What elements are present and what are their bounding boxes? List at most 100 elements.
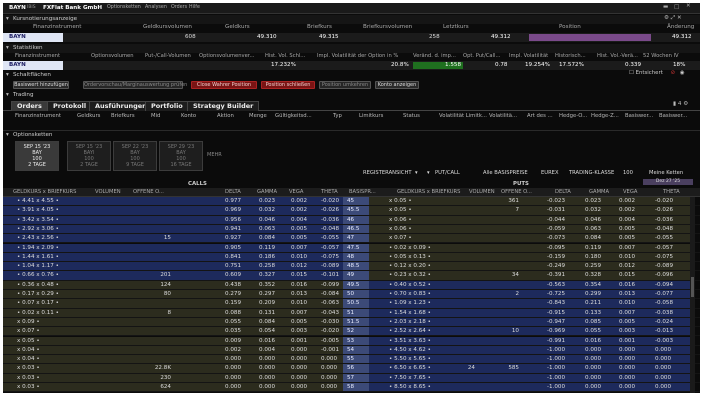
buttons-section-header[interactable]: ▾ Schaltflächen (3, 71, 700, 80)
menu-orders[interactable]: Orders (171, 5, 187, 11)
put-header-volume[interactable]: VOLUMEN (469, 189, 495, 195)
close-icon[interactable]: ✕ (686, 3, 691, 10)
call-header-volume[interactable]: VOLUMEN (95, 189, 121, 195)
optionchain-section-header[interactable]: ▾ Optionsketten (3, 130, 700, 139)
strikes-select[interactable]: Alle BASISPREISE (483, 170, 528, 176)
call-bid-ask[interactable]: • 1.94 x 2.09 • (17, 245, 59, 252)
stats-row[interactable]: BAYN 17.232% 20.8% 1.558 0.78 19.254% 17… (3, 61, 700, 70)
put-bid-ask[interactable]: • 5.50 x 5.65 • (389, 356, 431, 363)
orders-header-8[interactable]: Typ (333, 113, 342, 119)
put-bid-ask[interactable]: • 3.51 x 3.63 • (389, 338, 431, 345)
exchange-select[interactable]: EUREX (541, 170, 559, 176)
add-underlying-button[interactable]: Basiswert hinzufügen (13, 81, 69, 89)
stats-section-header[interactable]: ▾ Statistiken (3, 44, 700, 53)
chain-row[interactable]: • 3.91 x 4.05 • 0.969 0.032 0.002 -0.026 45.5… (3, 206, 700, 216)
chain-row[interactable]: • 0.07 x 0.17 • 0.159 0.209 0.010 -0.063 50.5… (3, 299, 700, 309)
call-bid-ask[interactable]: • 0.36 x 0.48 • (17, 282, 59, 289)
call-bid-ask[interactable]: x 0.03 • (17, 384, 40, 391)
chain-row[interactable]: x 0.03 • 22.8K 0.000 0.000 0.000 0.000 56 • 6.5… (3, 364, 700, 374)
quote-section-header[interactable]: ▾ Kursnotierungsanzeige ⚙ ⤢ ✕ (3, 15, 700, 24)
chain-row[interactable]: x 0.04 • 0.002 0.004 0.000 -0.001 54 • 4.50 x … (3, 345, 700, 356)
close-positions-button[interactable]: Position schließen (261, 81, 315, 89)
call-bid-ask[interactable]: • 0.17 x 0.29 • (17, 291, 59, 298)
expiry-tab[interactable]: SEP 15 '23 BAY 100 2 TAGE (15, 141, 59, 171)
collapse-icon[interactable]: ▾ (6, 132, 9, 139)
chain-row[interactable]: x 0.05 • 0.009 0.016 0.001 -0.005 53 • 3.51 x … (3, 336, 700, 346)
put-bid-ask[interactable]: x 0.07 • (389, 236, 412, 242)
chain-row[interactable]: • 1.44 x 1.61 • 0.841 0.186 0.010 -0.075 48 • … (3, 252, 700, 263)
call-header-delta[interactable]: DELTA (225, 189, 241, 195)
put-bid-ask[interactable]: • 0.40 x 0.52 • (389, 282, 431, 289)
call-bid-ask[interactable]: x 0.04 • (17, 347, 40, 354)
put-bid-ask[interactable]: • 0.05 x 0.13 • (389, 254, 431, 261)
call-bid-ask[interactable]: x 0.09 • (17, 319, 40, 326)
expiry-tab[interactable]: SEP 22 '23 BAY 100 9 TAGE (113, 141, 157, 171)
quote-row[interactable]: BAYN 608 49.310 49.315 258 49.312 49.312 (3, 33, 700, 42)
put-bid-ask[interactable]: x 0.06 • (389, 226, 412, 233)
call-bid-ask[interactable]: x 0.03 • (17, 375, 40, 382)
orders-header-11[interactable]: Volatilität Limitk... (439, 113, 487, 119)
menu-hilfe[interactable]: Hilfe (189, 5, 200, 11)
chain-row[interactable]: • 0.66 x 0.76 • 201 0.609 0.327 0.015 -0.101 4… (3, 271, 700, 281)
more-expiries-button[interactable]: MEHR (207, 153, 222, 158)
maximize-icon[interactable]: □ (674, 4, 679, 11)
orders-header-3[interactable]: Mid (151, 113, 160, 119)
call-header-oi[interactable]: OFFENE O... (133, 189, 164, 195)
chain-row[interactable]: x 0.03 • 624 0.000 0.000 0.000 0.000 58 • 8.50 … (3, 383, 700, 393)
orders-header-2[interactable]: Briefkurs (111, 113, 135, 119)
chain-row[interactable]: • 1.94 x 2.09 • 0.905 0.119 0.007 -0.057 47.5… (3, 243, 700, 253)
put-bid-ask[interactable]: x 0.05 • (389, 198, 412, 205)
put-bid-ask[interactable]: • 0.23 x 0.32 • (389, 273, 431, 279)
tab-portfolio[interactable]: Portfolio (145, 101, 189, 111)
put-header-oi[interactable]: OFFENE O... (501, 189, 532, 195)
call-bid-ask[interactable]: • 1.04 x 1.17 • (17, 263, 59, 270)
put-header-theta[interactable]: THETA (663, 189, 680, 195)
orders-header-6[interactable]: Menge (249, 113, 267, 119)
put-bid-ask[interactable]: • 1.54 x 1.68 • (389, 310, 431, 317)
menu-optionsketten[interactable]: Optionsketten (107, 5, 141, 11)
put-header-bidask[interactable]: GELDKURS x BRIEFKURS (397, 189, 460, 195)
chain-row[interactable]: x 0.04 • 0.000 0.000 0.000 0.000 55 • 5.50 x 5… (3, 355, 700, 365)
call-bid-ask[interactable]: x 0.07 • (17, 329, 40, 335)
chain-row[interactable]: • 2.43 x 2.56 • 15 0.927 0.084 0.005 -0.055 47… (3, 234, 700, 244)
call-bid-ask[interactable]: • 3.42 x 3.54 • (17, 217, 59, 224)
put-header-gamma[interactable]: GAMMA (589, 189, 609, 195)
tab-executions[interactable]: Ausführungen (89, 101, 153, 111)
call-header-bidask[interactable]: GELDKURS x BRIEFKURS (13, 189, 76, 195)
collapse-icon[interactable]: ▾ (6, 16, 9, 23)
tab-orders[interactable]: Orders (11, 101, 48, 111)
chain-row[interactable]: • 0.17 x 0.29 • 80 0.279 0.297 0.013 -0.084 50… (3, 290, 700, 300)
orders-header-0[interactable]: Finanzinstrument (15, 113, 61, 119)
call-bid-ask[interactable]: • 0.66 x 0.76 • (17, 273, 59, 279)
symbol-label[interactable]: BAYN (9, 5, 26, 12)
orders-header-16[interactable]: Basiswer... (625, 113, 653, 119)
chain-row[interactable]: x 0.03 • 230 0.000 0.000 0.000 0.000 57 • 7.50 … (3, 373, 700, 383)
call-bid-ask[interactable]: x 0.04 • (17, 356, 40, 363)
put-header-delta[interactable]: DELTA (555, 189, 571, 195)
put-bid-ask[interactable]: • 6.50 x 6.65 • (389, 366, 431, 372)
chain-scrollbar[interactable] (690, 197, 695, 393)
put-bid-ask[interactable]: • 0.02 x 0.09 • (389, 245, 431, 252)
tab-strategy-builder[interactable]: Strategy Builder (187, 101, 260, 111)
show-account-button[interactable]: Konto anzeigen (375, 81, 419, 89)
orders-header-1[interactable]: Geldkurs (77, 113, 100, 119)
call-bid-ask[interactable]: • 2.92 x 3.06 • (17, 226, 59, 233)
put-bid-ask[interactable]: • 2.52 x 2.64 • (389, 329, 431, 335)
put-bid-ask[interactable]: • 0.70 x 0.83 • (389, 291, 431, 298)
call-bid-ask[interactable]: • 0.02 x 0.11 • (17, 310, 59, 317)
chevron-down-icon[interactable]: ▾ (427, 170, 430, 176)
preview-order-button[interactable]: Ordervorschau/Marginauswertung prüfen (83, 81, 187, 89)
call-header-vega[interactable]: VEGA (289, 189, 303, 195)
chain-row[interactable]: • 0.36 x 0.48 • 124 0.438 0.352 0.016 -0.099 4… (3, 280, 700, 290)
orders-header-9[interactable]: Limitkurs (359, 113, 383, 119)
scrollbar-thumb[interactable] (691, 277, 694, 297)
put-bid-ask[interactable]: • 8.50 x 8.65 • (389, 384, 431, 391)
orders-header-4[interactable]: Konto (181, 113, 196, 119)
collapse-icon[interactable]: ▾ (6, 72, 9, 79)
call-bid-ask[interactable]: x 0.03 • (17, 366, 40, 372)
put-header-vega[interactable]: VEGA (623, 189, 637, 195)
section-icons[interactable]: ⚙ ⤢ ✕ (664, 15, 682, 22)
tab-tools-icons[interactable]: ▮ 4 ⚙ (673, 101, 688, 108)
put-bid-ask[interactable]: • 7.50 x 7.65 • (389, 375, 431, 382)
put-bid-ask[interactable]: x 0.05 • (389, 208, 412, 214)
